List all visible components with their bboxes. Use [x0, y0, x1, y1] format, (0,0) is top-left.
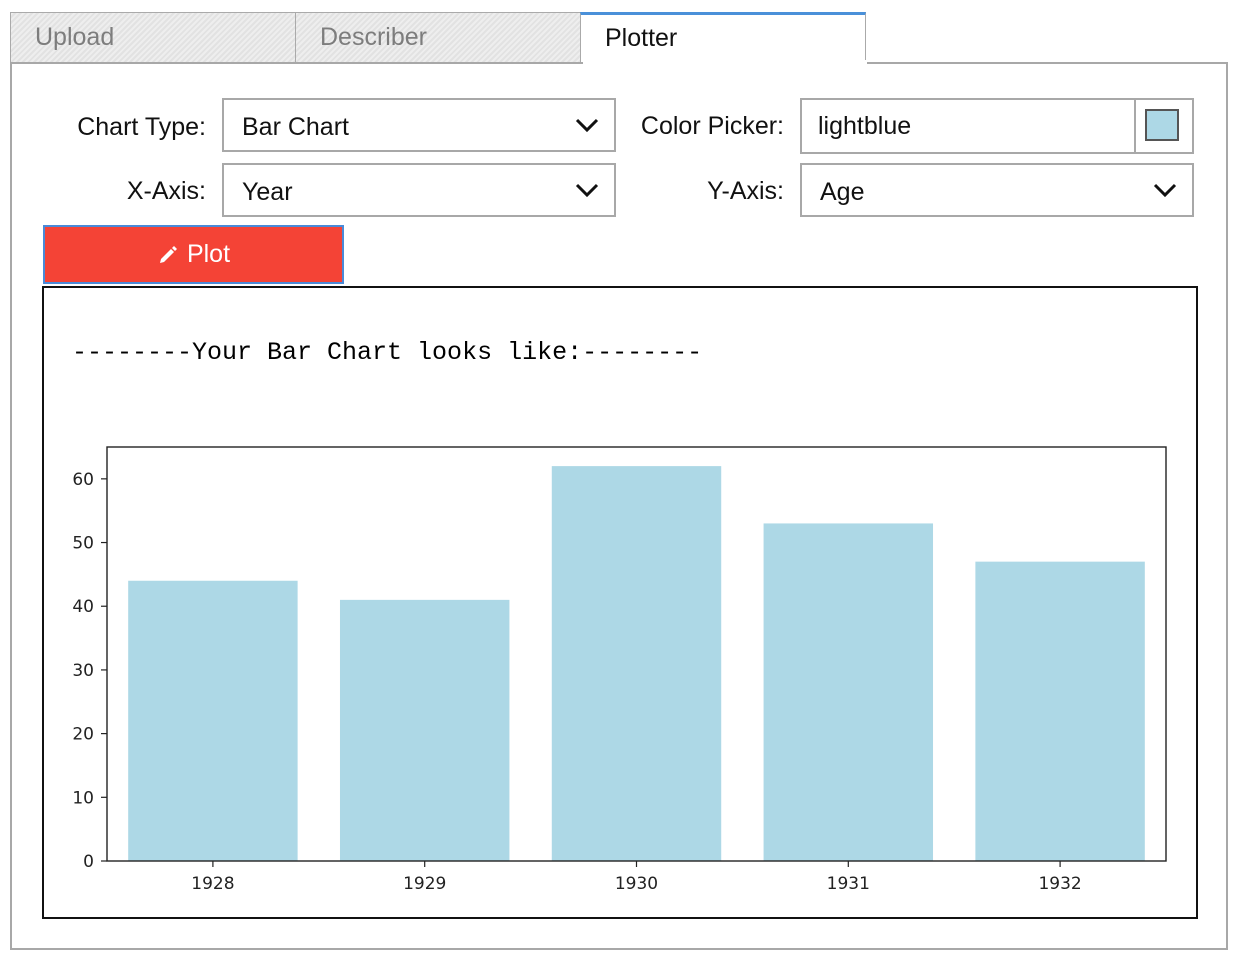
y-tick-label: 0: [83, 852, 94, 872]
bar: [763, 523, 934, 861]
x-tick-label: 1930: [615, 874, 658, 894]
bar: [551, 466, 722, 861]
bar: [128, 580, 298, 861]
x-tick-label: 1928: [191, 874, 234, 894]
y-tick-label: 10: [72, 788, 94, 808]
y-tick-label: 20: [72, 725, 94, 745]
bar-chart: 1928 1929 1930 1931 1932 0 10 20 30 40 50 60: [72, 446, 1167, 894]
bar: [339, 599, 510, 861]
x-tick-label: 1932: [1038, 874, 1081, 894]
bar: [975, 561, 1145, 861]
x-tick-label: 1931: [827, 874, 870, 894]
y-tick-label: 50: [72, 534, 94, 554]
y-tick-label: 60: [72, 470, 94, 490]
y-tick-label: 40: [72, 597, 94, 617]
y-tick-label: 30: [72, 661, 94, 681]
x-tick-label: 1929: [403, 874, 446, 894]
